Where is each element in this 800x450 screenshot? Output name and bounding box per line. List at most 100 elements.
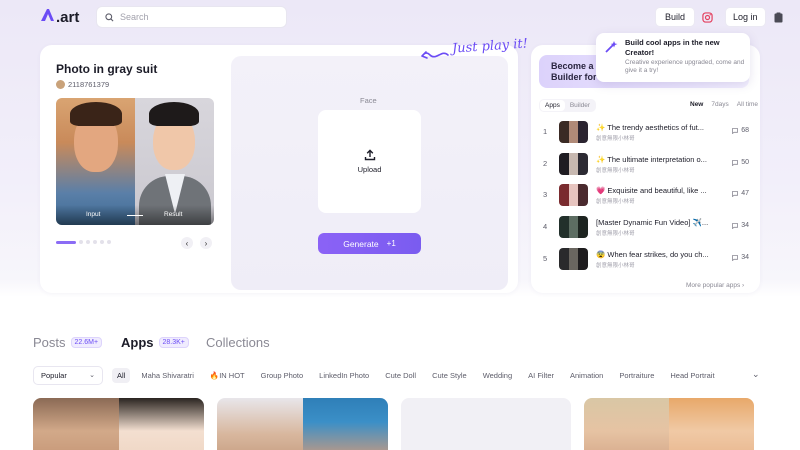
usage-count-value: 34 bbox=[741, 222, 749, 229]
tab-builder[interactable]: Builder bbox=[565, 100, 595, 111]
tab-apps-section[interactable]: Apps 28.3K+ bbox=[121, 335, 189, 350]
posts-count-badge: 22.6M+ bbox=[70, 337, 103, 348]
app-author: 創意無限小林哥 bbox=[596, 263, 635, 269]
usage-count: 47 bbox=[732, 190, 749, 197]
instagram-icon bbox=[701, 11, 713, 23]
app-title: [Master Dynamic Fun Video] ✈️... bbox=[596, 218, 709, 227]
chip-head-portrait[interactable]: Head Portrait bbox=[665, 368, 719, 383]
chip-wedding[interactable]: Wedding bbox=[478, 368, 517, 383]
chevron-left-icon: ‹ bbox=[185, 238, 189, 248]
input-result-comparison: Input Result bbox=[56, 98, 214, 225]
arrow-right-icon bbox=[127, 215, 143, 216]
app-title: ✨ The ultimate interpretation o... bbox=[596, 155, 707, 164]
promo-title: Build cool apps in the new Creator! bbox=[625, 38, 720, 57]
usage-count: 34 bbox=[732, 254, 749, 261]
login-label: Log in bbox=[733, 12, 758, 22]
app-title: 😨 When fear strikes, do you ch... bbox=[596, 250, 709, 259]
generate-button[interactable]: Generate +1 bbox=[318, 233, 421, 254]
filter-all-time[interactable]: All time bbox=[737, 101, 758, 108]
upload-label: Upload bbox=[357, 165, 382, 174]
tab-posts[interactable]: Posts 22.6M+ bbox=[33, 335, 103, 350]
chip-cute-style[interactable]: Cute Style bbox=[427, 368, 472, 383]
chip-cute-doll[interactable]: Cute Doll bbox=[380, 368, 421, 383]
result-label: Result bbox=[164, 211, 183, 218]
chevron-down-icon: ⌄ bbox=[89, 372, 95, 379]
expand-chips-button[interactable]: ⌄ bbox=[752, 369, 760, 380]
chip-ai-filter[interactable]: AI Filter bbox=[523, 368, 559, 383]
chip-group-photo[interactable]: Group Photo bbox=[256, 368, 309, 383]
filter-7days[interactable]: 7days bbox=[711, 101, 728, 108]
chip-maha-shivaratri[interactable]: Maha Shivaratri bbox=[136, 368, 199, 383]
app-author: 創意無限小林哥 bbox=[596, 231, 635, 237]
usage-count-value: 47 bbox=[741, 190, 749, 197]
tab-collections[interactable]: Collections bbox=[206, 335, 270, 350]
ranking-row[interactable]: 4 [Master Dynamic Fun Video] ✈️... 創意無限小… bbox=[539, 214, 751, 240]
ranking-row[interactable]: 2 ✨ The ultimate interpretation o... 創意無… bbox=[539, 151, 751, 177]
chip-in-hot[interactable]: 🔥IN HOT bbox=[205, 368, 250, 383]
app-title: 💗 Exquisite and beautiful, like ... bbox=[596, 186, 707, 195]
build-label: Build bbox=[665, 12, 686, 22]
filter-new[interactable]: New bbox=[690, 101, 703, 108]
tab-apps[interactable]: Apps bbox=[540, 100, 565, 111]
usage-count-value: 68 bbox=[741, 127, 749, 134]
app-card[interactable] bbox=[217, 398, 388, 450]
chip-portraiture[interactable]: Portraiture bbox=[614, 368, 659, 383]
search-icon bbox=[105, 12, 114, 21]
chevron-right-icon: › bbox=[742, 282, 745, 289]
app-card[interactable] bbox=[584, 398, 754, 450]
rank-number: 5 bbox=[543, 254, 548, 263]
ranking-row[interactable]: 5 😨 When fear strikes, do you ch... 創意無限… bbox=[539, 246, 751, 272]
promo-subtitle: Creative experience upgraded, come and g… bbox=[625, 59, 745, 74]
carousel-indicator[interactable] bbox=[56, 240, 114, 244]
ranking-row[interactable]: 1 ✨ The trendy aesthetics of fut... 創意無限… bbox=[539, 119, 751, 145]
category-chips: All Maha Shivaratri 🔥IN HOT Group Photo … bbox=[112, 368, 726, 383]
hero-title: Photo in gray suit bbox=[56, 62, 158, 76]
time-filters: New 7days All time bbox=[682, 101, 758, 108]
app-thumbnail bbox=[559, 121, 588, 143]
rank-number: 2 bbox=[543, 159, 548, 168]
squiggle-arrow-icon bbox=[421, 51, 449, 59]
app-author: 創意無限小林哥 bbox=[596, 168, 635, 174]
ranking-row[interactable]: 3 💗 Exquisite and beautiful, like ... 創意… bbox=[539, 182, 751, 208]
clipboard-button[interactable] bbox=[771, 8, 785, 26]
double-chevron-down-icon: ⌄ bbox=[752, 369, 760, 379]
sort-select[interactable]: Popular ⌄ bbox=[33, 366, 103, 385]
magic-wand-icon bbox=[605, 41, 618, 53]
hero-author[interactable]: 2118761379 bbox=[56, 80, 109, 89]
instagram-button[interactable] bbox=[697, 7, 717, 27]
carousel-dot[interactable] bbox=[79, 240, 83, 244]
usage-count-value: 34 bbox=[741, 254, 749, 261]
chip-animation[interactable]: Animation bbox=[565, 368, 608, 383]
usage-count: 68 bbox=[732, 127, 749, 134]
rank-number: 1 bbox=[543, 127, 548, 136]
carousel-dot[interactable] bbox=[107, 240, 111, 244]
usage-count: 50 bbox=[732, 159, 749, 166]
chat-bubble-icon bbox=[732, 127, 739, 134]
logo[interactable]: .art bbox=[40, 8, 79, 27]
build-button[interactable]: Build bbox=[655, 7, 696, 27]
upload-icon bbox=[364, 149, 375, 161]
chat-bubble-icon bbox=[732, 190, 739, 197]
search-input[interactable]: Search bbox=[96, 6, 287, 28]
carousel-next-button[interactable]: › bbox=[200, 237, 212, 249]
carousel-prev-button[interactable]: ‹ bbox=[181, 237, 193, 249]
app-author: 創意無限小林哥 bbox=[596, 199, 635, 205]
logo-text: .art bbox=[56, 9, 80, 26]
carousel-dot[interactable] bbox=[93, 240, 97, 244]
app-card-loading[interactable] bbox=[401, 398, 571, 450]
usage-count-value: 50 bbox=[741, 159, 749, 166]
rank-number: 3 bbox=[543, 190, 548, 199]
carousel-dot-active[interactable] bbox=[56, 240, 76, 244]
author-avatar bbox=[56, 80, 65, 89]
app-thumbnail bbox=[559, 153, 588, 175]
author-id: 2118761379 bbox=[68, 80, 110, 89]
generate-label: Generate bbox=[343, 238, 379, 249]
login-button[interactable]: Log in bbox=[725, 7, 766, 27]
carousel-dot[interactable] bbox=[86, 240, 90, 244]
chip-linkedin-photo[interactable]: LinkedIn Photo bbox=[314, 368, 374, 383]
carousel-dot[interactable] bbox=[100, 240, 104, 244]
more-popular-apps-link[interactable]: More popular apps › bbox=[686, 282, 744, 289]
face-upload-dropzone[interactable]: Upload bbox=[318, 110, 421, 213]
app-card[interactable] bbox=[33, 398, 204, 450]
chip-all[interactable]: All bbox=[112, 368, 131, 383]
